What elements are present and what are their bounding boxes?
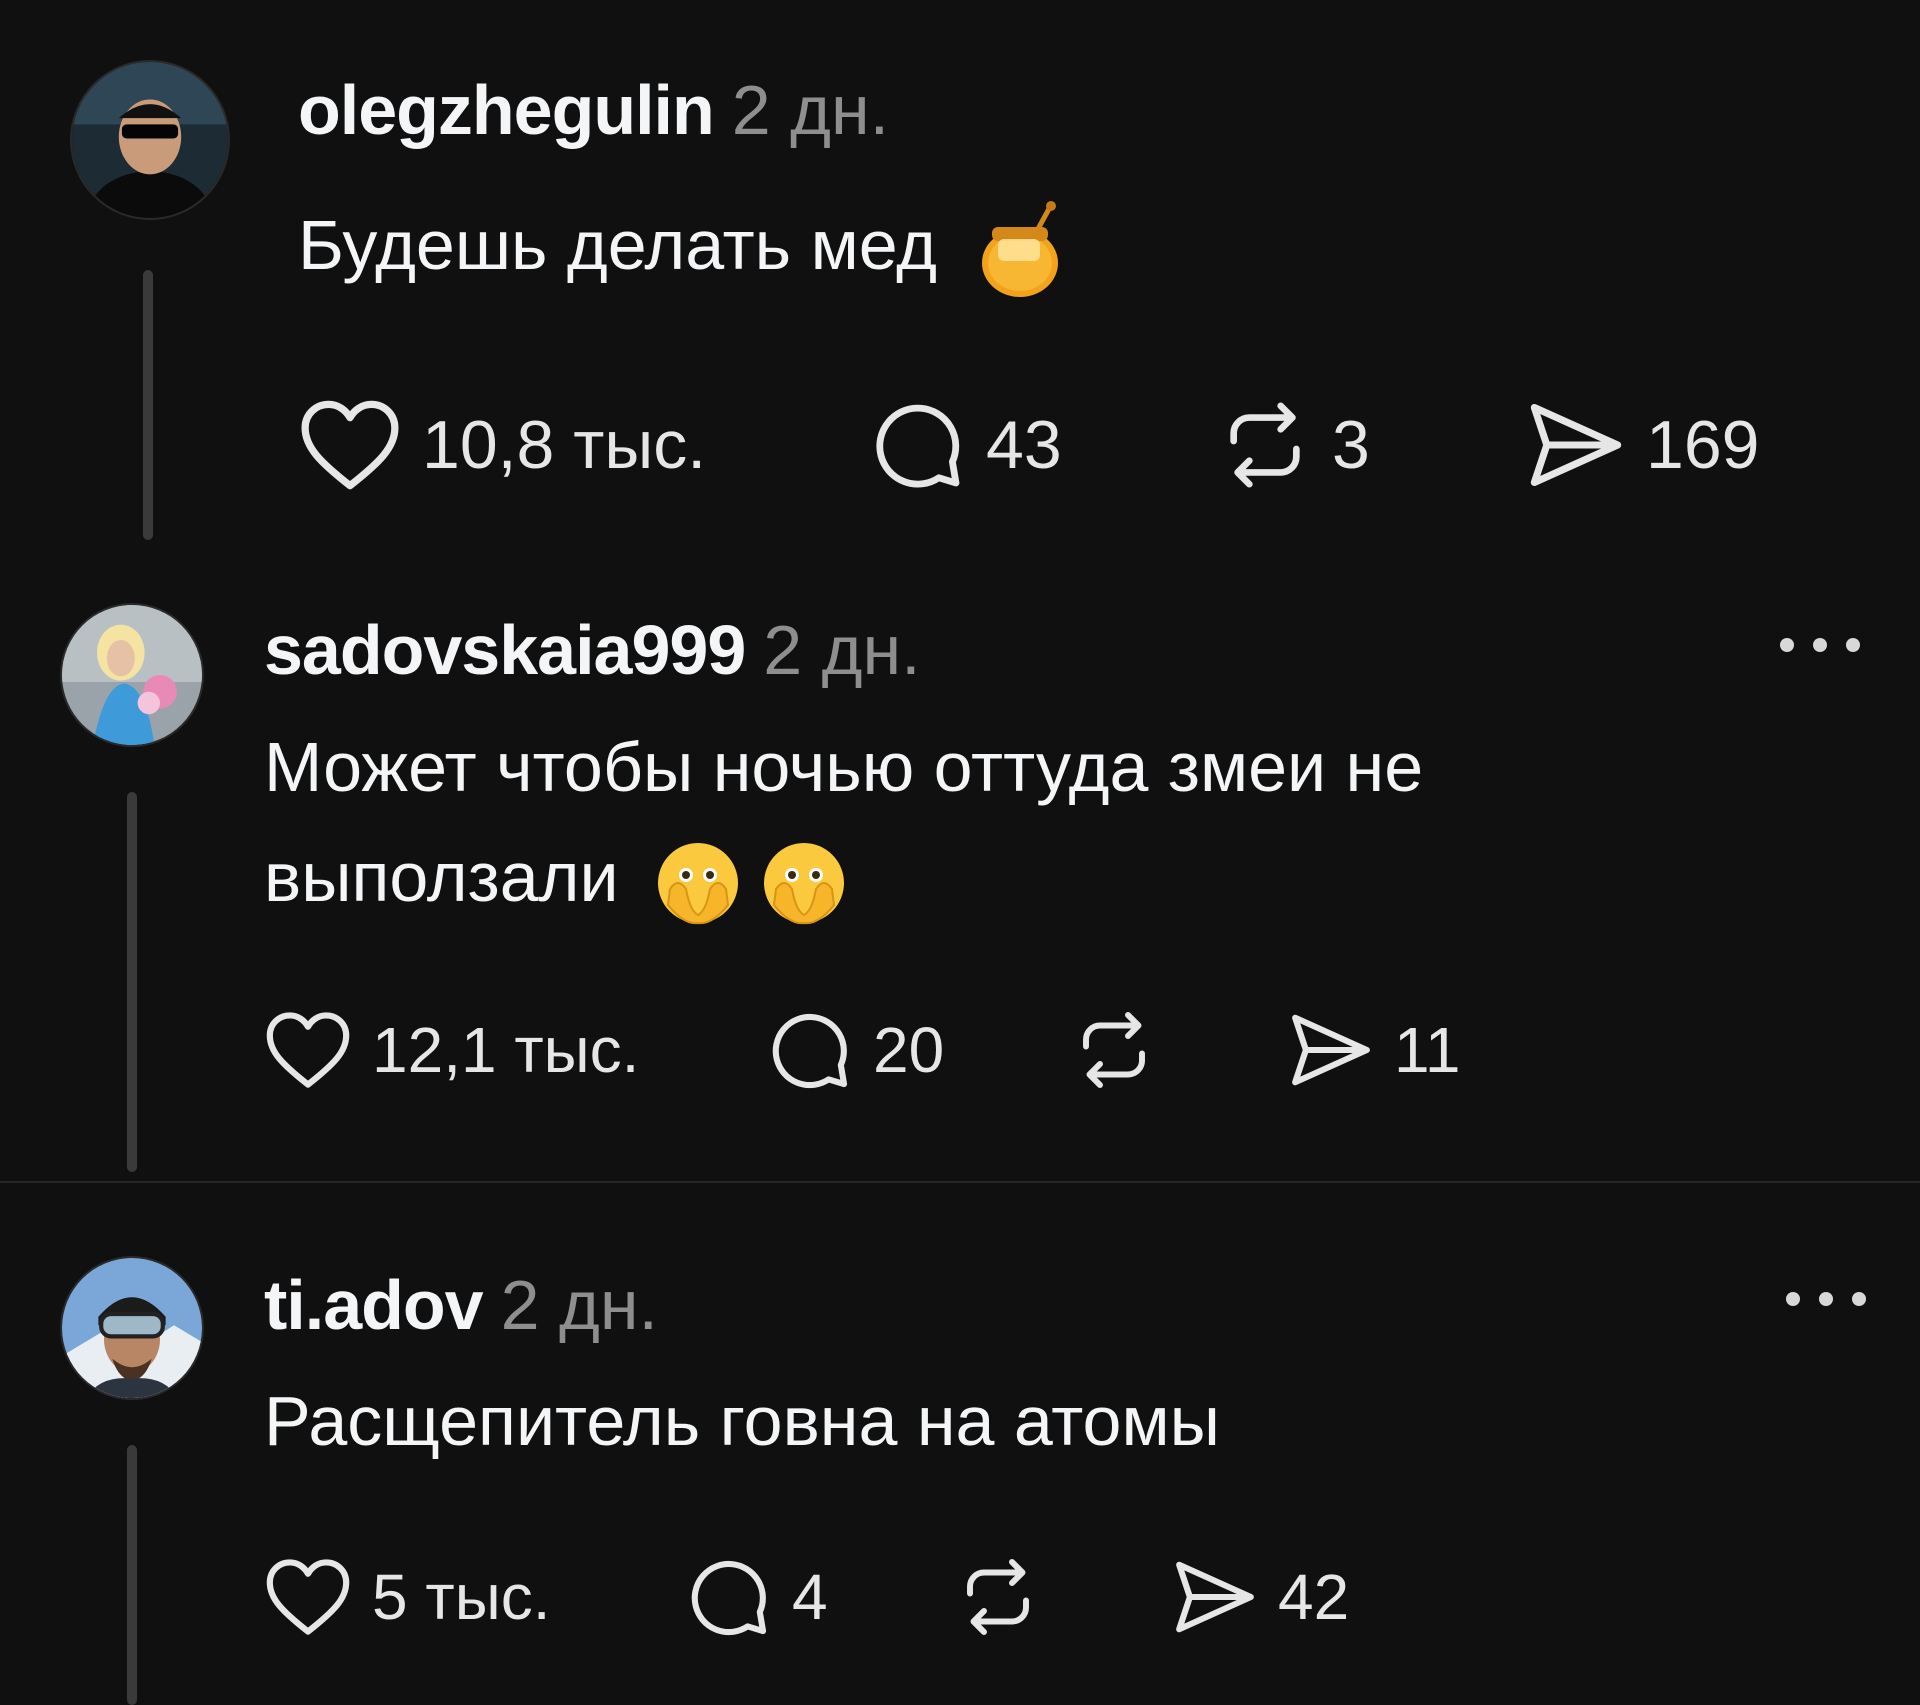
username[interactable]: sadovskaia999	[264, 610, 746, 690]
post-text: Будешь делать мед	[298, 190, 1062, 301]
repost-count: 3	[1332, 407, 1370, 483]
comment-count: 43	[986, 407, 1062, 483]
comment-bubble-icon	[772, 1013, 848, 1089]
post-actions: 5 тыс. 4 42	[264, 1547, 1764, 1647]
more-options-icon	[1852, 1292, 1866, 1306]
more-options-icon	[1819, 1292, 1833, 1306]
share-count: 11	[1394, 1014, 1461, 1086]
face-hand-over-mouth-emoji-icon	[763, 842, 844, 924]
share-count: 169	[1646, 407, 1760, 483]
repost-button[interactable]	[956, 1555, 1060, 1639]
face-hand-over-mouth-emoji-icon	[658, 842, 739, 924]
thread-line	[127, 1445, 137, 1705]
send-icon	[1292, 1014, 1370, 1086]
repost-icon	[967, 1559, 1029, 1635]
repost-icon	[1230, 402, 1300, 488]
username[interactable]: ti.adov	[264, 1265, 484, 1345]
more-options-icon	[1813, 638, 1827, 652]
post-text-content: Расщепитель говна на атомы	[264, 1382, 1220, 1460]
timestamp: 2 дн.	[731, 71, 890, 149]
heart-icon	[266, 1559, 350, 1635]
comment-button[interactable]: 43	[870, 397, 1062, 493]
post-text: Расщепитель говна на атомы	[264, 1366, 1220, 1476]
repost-icon	[1083, 1012, 1145, 1088]
like-count: 5 тыс.	[372, 1561, 551, 1633]
comment-button[interactable]: 20	[767, 1007, 944, 1093]
repost-button[interactable]	[1072, 1008, 1176, 1092]
like-button[interactable]: 10,8 тыс.	[298, 398, 706, 492]
share-button[interactable]: 11	[1288, 1010, 1460, 1090]
post-text-line-2-row: выползали	[264, 822, 1824, 932]
share-count: 42	[1278, 1561, 1350, 1633]
heart-icon	[301, 400, 399, 490]
avatar[interactable]	[70, 60, 230, 220]
like-button[interactable]: 12,1 тыс.	[264, 1010, 639, 1090]
more-options-button[interactable]	[1780, 630, 1860, 660]
post-actions: 12,1 тыс. 20 11	[264, 1000, 1764, 1100]
post-header: ti.adov 2 дн.	[264, 1265, 658, 1345]
like-count: 10,8 тыс.	[422, 407, 707, 483]
heart-icon	[266, 1012, 350, 1088]
more-options-icon	[1780, 638, 1794, 652]
post-header: olegzhegulin 2 дн.	[298, 70, 889, 150]
more-options-button[interactable]	[1786, 1284, 1866, 1314]
thread-line	[127, 792, 137, 1172]
avatar[interactable]	[60, 603, 204, 747]
post-header: sadovskaia999 2 дн.	[264, 610, 921, 690]
username[interactable]: olegzhegulin	[298, 70, 715, 150]
post-text: Может чтобы ночью оттуда змеи не выполза…	[264, 712, 1824, 932]
honey-pot-emoji-icon	[982, 200, 1059, 297]
thread-line	[143, 270, 153, 540]
post-divider	[0, 1181, 1920, 1183]
post-text-content: Будешь делать мед	[298, 206, 937, 284]
send-icon	[1176, 1561, 1254, 1633]
timestamp: 2 дн.	[763, 611, 921, 689]
send-icon	[1530, 403, 1622, 487]
repost-button[interactable]: 3	[1218, 398, 1370, 492]
comment-count: 4	[792, 1561, 828, 1633]
share-button[interactable]: 169	[1526, 398, 1759, 492]
like-count: 12,1 тыс.	[372, 1014, 640, 1086]
post-text-line-2: выползали	[264, 838, 619, 916]
post-actions: 10,8 тыс. 43 3 169	[298, 395, 1798, 495]
avatar-image	[62, 605, 202, 745]
post-text-line-1: Может чтобы ночью оттуда змеи не	[264, 728, 1424, 806]
comment-button[interactable]: 4	[686, 1554, 828, 1640]
like-button[interactable]: 5 тыс.	[264, 1557, 550, 1637]
more-options-icon	[1786, 1292, 1800, 1306]
comment-count: 20	[873, 1014, 945, 1086]
avatar-image	[72, 62, 228, 218]
avatar-image	[62, 1258, 202, 1398]
comment-bubble-icon	[876, 404, 960, 488]
timestamp: 2 дн.	[500, 1266, 658, 1344]
more-options-icon	[1846, 638, 1860, 652]
avatar[interactable]	[60, 1256, 204, 1400]
share-button[interactable]: 42	[1172, 1557, 1349, 1637]
comment-bubble-icon	[691, 1560, 767, 1636]
